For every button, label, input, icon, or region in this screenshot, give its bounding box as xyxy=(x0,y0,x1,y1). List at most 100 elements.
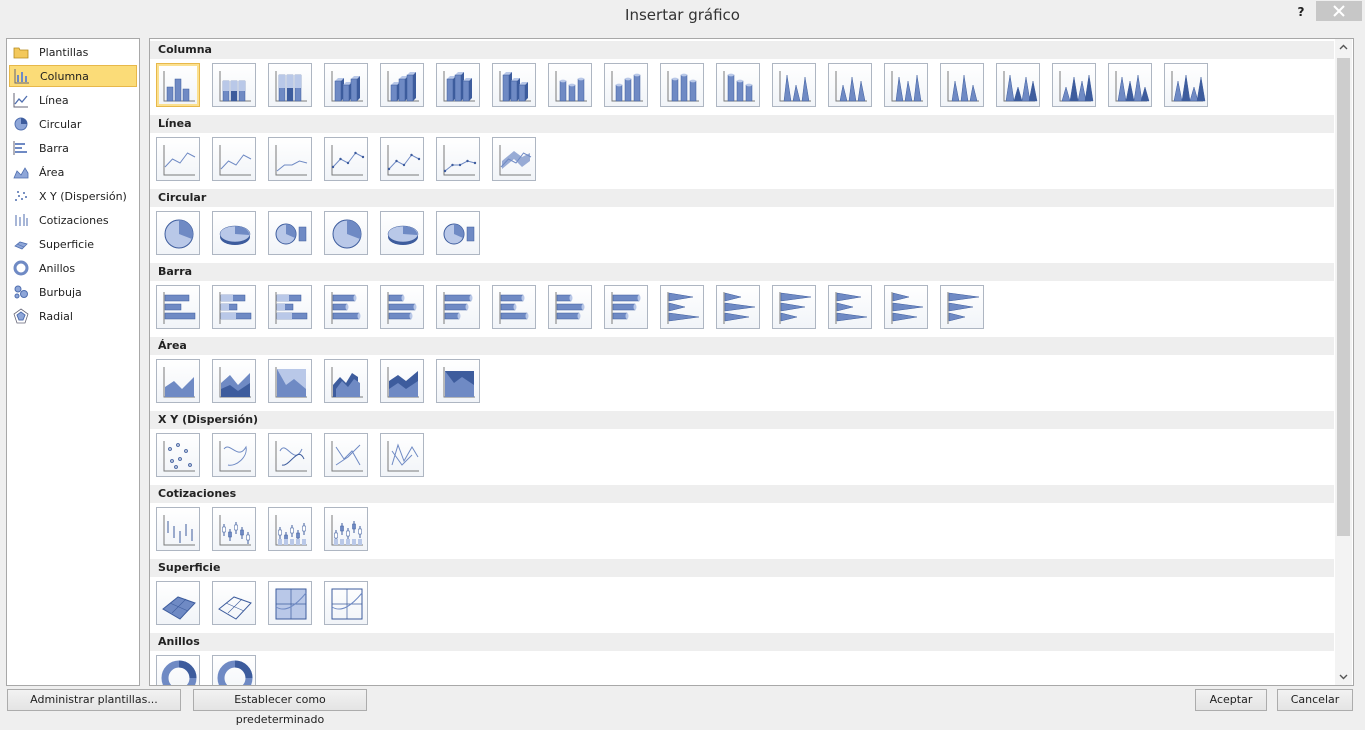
chevron-up-icon xyxy=(1339,44,1348,50)
vertical-scrollbar[interactable] xyxy=(1335,39,1352,685)
chart-thumbnail-stock[interactable] xyxy=(156,507,200,551)
chart-thumbnail-surface[interactable] xyxy=(156,581,200,625)
category-item[interactable]: Circular xyxy=(9,113,137,135)
category-item[interactable]: Columna xyxy=(9,65,137,87)
chart-thumbnail-bar[interactable] xyxy=(716,285,760,329)
line-chart-icon xyxy=(499,145,532,176)
chart-thumbnail-line[interactable] xyxy=(492,137,536,181)
bar-chart-icon xyxy=(667,292,700,324)
chart-thumbnail-bar[interactable] xyxy=(212,285,256,329)
chart-thumbnail-column[interactable] xyxy=(436,63,480,107)
chart-thumbnail-scatter[interactable] xyxy=(156,433,200,477)
category-item[interactable]: Línea xyxy=(9,89,137,111)
chart-thumbnail-bar[interactable] xyxy=(268,285,312,329)
chart-thumbnail-pie[interactable] xyxy=(436,211,480,255)
chart-thumbnail-area[interactable] xyxy=(436,359,480,403)
chart-thumbnail-line[interactable] xyxy=(324,137,368,181)
chart-thumbnail-column[interactable] xyxy=(212,63,256,107)
close-button[interactable] xyxy=(1316,1,1362,21)
chart-thumbnail-bar[interactable] xyxy=(324,285,368,329)
chart-thumbnail-bar[interactable] xyxy=(604,285,648,329)
chart-thumbnail-stock[interactable] xyxy=(268,507,312,551)
pie-chart-icon xyxy=(219,225,251,245)
cancel-button[interactable]: Cancelar xyxy=(1277,689,1353,711)
scroll-down-button[interactable] xyxy=(1335,668,1352,685)
chart-thumbnail-bar[interactable] xyxy=(828,285,872,329)
chart-thumbnail-column[interactable] xyxy=(940,63,984,107)
chart-thumbnail-column[interactable] xyxy=(492,63,536,107)
chart-thumbnail-bar[interactable] xyxy=(884,285,928,329)
chart-thumbnail-column[interactable] xyxy=(324,63,368,107)
category-item[interactable]: Radial xyxy=(9,305,137,327)
chart-thumbnail-area[interactable] xyxy=(268,359,312,403)
chart-thumbnail-column[interactable] xyxy=(1052,63,1096,107)
chart-thumbnail-doughnut[interactable] xyxy=(212,655,256,685)
chart-thumbnail-column[interactable] xyxy=(716,63,760,107)
chart-section: Columna xyxy=(150,41,1334,115)
ok-button[interactable]: Aceptar xyxy=(1195,689,1267,711)
chart-thumbnail-pie[interactable] xyxy=(212,211,256,255)
chart-thumbnail-column[interactable] xyxy=(548,63,592,107)
chart-thumbnail-column[interactable] xyxy=(268,63,312,107)
chart-thumbnail-bar[interactable] xyxy=(660,285,704,329)
help-button[interactable]: ? xyxy=(1289,3,1313,21)
chart-thumbnail-bar[interactable] xyxy=(436,285,480,329)
chart-thumbnail-surface[interactable] xyxy=(212,581,256,625)
chart-thumbnail-column[interactable] xyxy=(380,63,424,107)
chart-thumbnail-area[interactable] xyxy=(380,359,424,403)
chart-thumbnail-column[interactable] xyxy=(884,63,928,107)
chart-thumbnail-pie[interactable] xyxy=(324,211,368,255)
chart-thumbnail-area[interactable] xyxy=(324,359,368,403)
chart-thumbnail-column[interactable] xyxy=(1108,63,1152,107)
manage-templates-button[interactable]: Administrar plantillas... xyxy=(7,689,181,711)
chart-thumbnail-bar[interactable] xyxy=(492,285,536,329)
pie-chart-icon xyxy=(14,117,28,131)
chart-thumbnail-line[interactable] xyxy=(268,137,312,181)
chart-thumbnail-bar[interactable] xyxy=(548,285,592,329)
chart-thumbnail-area[interactable] xyxy=(212,359,256,403)
chart-thumbnail-bar[interactable] xyxy=(772,285,816,329)
chart-thumbnail-column[interactable] xyxy=(996,63,1040,107)
category-item[interactable]: Superficie xyxy=(9,233,137,255)
bar-chart-icon xyxy=(555,292,585,324)
chart-thumbnail-line[interactable] xyxy=(380,137,424,181)
chart-thumbnail-line[interactable] xyxy=(156,137,200,181)
chart-thumbnail-pie[interactable] xyxy=(380,211,424,255)
chart-thumbnail-column[interactable] xyxy=(772,63,816,107)
category-item[interactable]: Cotizaciones xyxy=(9,209,137,231)
chart-thumbnail-pie[interactable] xyxy=(268,211,312,255)
chart-thumbnail-column[interactable] xyxy=(604,63,648,107)
scatter-chart-icon xyxy=(163,441,195,472)
chart-thumbnail-column[interactable] xyxy=(660,63,704,107)
chart-thumbnail-stock[interactable] xyxy=(324,507,368,551)
chart-thumbnail-scatter[interactable] xyxy=(324,433,368,477)
chart-thumbnail-line[interactable] xyxy=(212,137,256,181)
chart-thumbnail-scatter[interactable] xyxy=(212,433,256,477)
chart-thumbnail-surface[interactable] xyxy=(268,581,312,625)
category-item[interactable]: Área xyxy=(9,161,137,183)
set-default-button[interactable]: Establecer como predeterminado xyxy=(193,689,367,726)
category-item[interactable]: Plantillas xyxy=(9,41,137,63)
category-item[interactable]: Barra xyxy=(9,137,137,159)
chart-thumbnail-column[interactable] xyxy=(156,63,200,107)
chart-thumbnail-scatter[interactable] xyxy=(268,433,312,477)
chart-thumbnail-area[interactable] xyxy=(156,359,200,403)
chart-thumbnail-doughnut[interactable] xyxy=(156,655,200,685)
bar-chart-icon xyxy=(443,292,473,324)
chart-thumbnail-bar[interactable] xyxy=(940,285,984,329)
scroll-up-button[interactable] xyxy=(1335,39,1352,56)
category-item[interactable]: X Y (Dispersión) xyxy=(9,185,137,207)
chart-thumbnail-bar[interactable] xyxy=(156,285,200,329)
chart-thumbnail-bar[interactable] xyxy=(380,285,424,329)
category-item[interactable]: Burbuja xyxy=(9,281,137,303)
chart-thumbnail-scatter[interactable] xyxy=(380,433,424,477)
scroll-thumb[interactable] xyxy=(1337,58,1350,536)
bar-chart-icon xyxy=(779,292,812,324)
chart-thumbnail-stock[interactable] xyxy=(212,507,256,551)
chart-thumbnail-surface[interactable] xyxy=(324,581,368,625)
chart-thumbnail-column[interactable] xyxy=(828,63,872,107)
chart-thumbnail-pie[interactable] xyxy=(156,211,200,255)
category-item[interactable]: Anillos xyxy=(9,257,137,279)
chart-thumbnail-column[interactable] xyxy=(1164,63,1208,107)
chart-thumbnail-line[interactable] xyxy=(436,137,480,181)
